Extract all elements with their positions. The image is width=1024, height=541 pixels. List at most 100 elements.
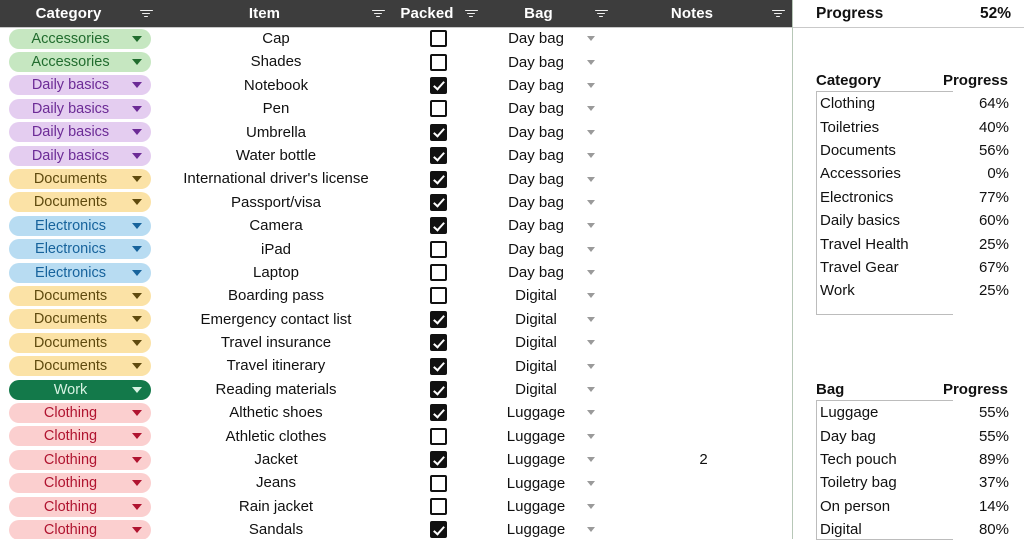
chevron-down-icon[interactable] xyxy=(587,223,595,229)
category-pill[interactable]: Clothing xyxy=(9,402,151,423)
chevron-down-icon[interactable] xyxy=(132,316,142,323)
notes-cell[interactable] xyxy=(615,354,792,377)
notes-cell[interactable] xyxy=(615,261,792,284)
packed-cell[interactable] xyxy=(392,74,485,97)
checkbox-checked-icon[interactable] xyxy=(430,123,447,141)
packed-cell[interactable] xyxy=(392,97,485,120)
packed-cell[interactable] xyxy=(392,261,485,284)
packed-cell[interactable] xyxy=(392,284,485,307)
chevron-down-icon[interactable] xyxy=(587,480,595,486)
packed-cell[interactable] xyxy=(392,27,485,50)
checkbox-unchecked-icon[interactable] xyxy=(430,474,447,492)
notes-cell[interactable] xyxy=(615,27,792,50)
bag-cell[interactable]: Day bag xyxy=(485,97,615,120)
chevron-down-icon[interactable] xyxy=(587,293,595,299)
category-pill[interactable]: Clothing xyxy=(9,519,151,539)
item-cell[interactable]: International driver's license xyxy=(160,167,392,190)
notes-cell[interactable] xyxy=(615,97,792,120)
packed-cell[interactable] xyxy=(392,354,485,377)
notes-cell[interactable] xyxy=(615,331,792,354)
item-cell[interactable]: Sandals xyxy=(160,518,392,539)
notes-cell[interactable] xyxy=(615,518,792,539)
bag-cell[interactable]: Day bag xyxy=(485,121,615,144)
item-cell[interactable]: Reading materials xyxy=(160,378,392,401)
notes-cell[interactable] xyxy=(615,144,792,167)
chevron-down-icon[interactable] xyxy=(132,526,142,533)
category-pill[interactable]: Documents xyxy=(9,192,151,213)
packed-cell[interactable] xyxy=(392,495,485,518)
category-pill[interactable]: Documents xyxy=(9,285,151,306)
bag-cell[interactable]: Day bag xyxy=(485,214,615,237)
bag-cell[interactable]: Day bag xyxy=(485,50,615,73)
notes-cell[interactable] xyxy=(615,308,792,331)
chevron-down-icon[interactable] xyxy=(132,152,142,159)
chevron-down-icon[interactable] xyxy=(587,176,595,182)
chevron-down-icon[interactable] xyxy=(587,270,595,276)
checkbox-unchecked-icon[interactable] xyxy=(430,30,447,48)
category-cell[interactable]: Accessories xyxy=(0,50,160,73)
checkbox-checked-icon[interactable] xyxy=(430,147,447,165)
bag-cell[interactable]: Digital xyxy=(485,378,615,401)
bag-cell[interactable]: Luggage xyxy=(485,471,615,494)
checkbox-checked-icon[interactable] xyxy=(430,521,447,539)
item-cell[interactable]: Umbrella xyxy=(160,121,392,144)
notes-cell[interactable] xyxy=(615,50,792,73)
notes-cell[interactable] xyxy=(615,74,792,97)
chevron-down-icon[interactable] xyxy=(132,59,142,66)
bag-cell[interactable]: Luggage xyxy=(485,425,615,448)
column-header-packed[interactable]: Packed xyxy=(392,0,485,27)
bag-cell[interactable]: Luggage xyxy=(485,518,615,539)
category-pill[interactable]: Daily basics xyxy=(9,98,151,119)
category-pill[interactable]: Daily basics xyxy=(9,75,151,96)
chevron-down-icon[interactable] xyxy=(132,222,142,229)
category-cell[interactable]: Work xyxy=(0,378,160,401)
column-header-item[interactable]: Item xyxy=(160,0,392,27)
packed-cell[interactable] xyxy=(392,167,485,190)
bag-cell[interactable]: Day bag xyxy=(485,74,615,97)
chevron-down-icon[interactable] xyxy=(132,409,142,416)
checkbox-unchecked-icon[interactable] xyxy=(430,100,447,118)
checkbox-checked-icon[interactable] xyxy=(430,451,447,469)
chevron-down-icon[interactable] xyxy=(132,433,142,440)
checkbox-checked-icon[interactable] xyxy=(430,357,447,375)
chevron-down-icon[interactable] xyxy=(587,433,595,439)
chevron-down-icon[interactable] xyxy=(132,246,142,253)
category-pill[interactable]: Documents xyxy=(9,332,151,353)
checkbox-checked-icon[interactable] xyxy=(430,381,447,399)
item-cell[interactable]: iPad xyxy=(160,238,392,261)
item-cell[interactable]: Emergency contact list xyxy=(160,308,392,331)
packed-cell[interactable] xyxy=(392,401,485,424)
category-cell[interactable]: Clothing xyxy=(0,495,160,518)
filter-icon-packed[interactable] xyxy=(462,9,480,18)
notes-cell[interactable] xyxy=(615,121,792,144)
packed-cell[interactable] xyxy=(392,425,485,448)
category-cell[interactable]: Clothing xyxy=(0,425,160,448)
chevron-down-icon[interactable] xyxy=(132,269,142,276)
bag-cell[interactable]: Day bag xyxy=(485,191,615,214)
checkbox-unchecked-icon[interactable] xyxy=(430,53,447,71)
bag-cell[interactable]: Digital xyxy=(485,354,615,377)
category-pill[interactable]: Documents xyxy=(9,356,151,377)
category-cell[interactable]: Electronics xyxy=(0,214,160,237)
item-cell[interactable]: Notebook xyxy=(160,74,392,97)
category-cell[interactable]: Accessories xyxy=(0,27,160,50)
packed-cell[interactable] xyxy=(392,50,485,73)
category-pill[interactable]: Electronics xyxy=(9,215,151,236)
item-cell[interactable]: Passport/visa xyxy=(160,191,392,214)
item-cell[interactable]: Jeans xyxy=(160,471,392,494)
category-cell[interactable]: Documents xyxy=(0,191,160,214)
chevron-down-icon[interactable] xyxy=(587,36,595,42)
chevron-down-icon[interactable] xyxy=(132,292,142,299)
chevron-down-icon[interactable] xyxy=(587,504,595,509)
checkbox-checked-icon[interactable] xyxy=(430,170,447,188)
chevron-down-icon[interactable] xyxy=(132,105,142,112)
chevron-down-icon[interactable] xyxy=(132,82,142,89)
category-cell[interactable]: Clothing xyxy=(0,518,160,539)
checkbox-unchecked-icon[interactable] xyxy=(430,264,447,282)
packed-cell[interactable] xyxy=(392,448,485,471)
category-cell[interactable]: Daily basics xyxy=(0,74,160,97)
bag-cell[interactable]: Digital xyxy=(485,284,615,307)
category-pill[interactable]: Accessories xyxy=(9,28,151,49)
column-header-bag[interactable]: Bag xyxy=(485,0,615,27)
item-cell[interactable]: Camera xyxy=(160,214,392,237)
